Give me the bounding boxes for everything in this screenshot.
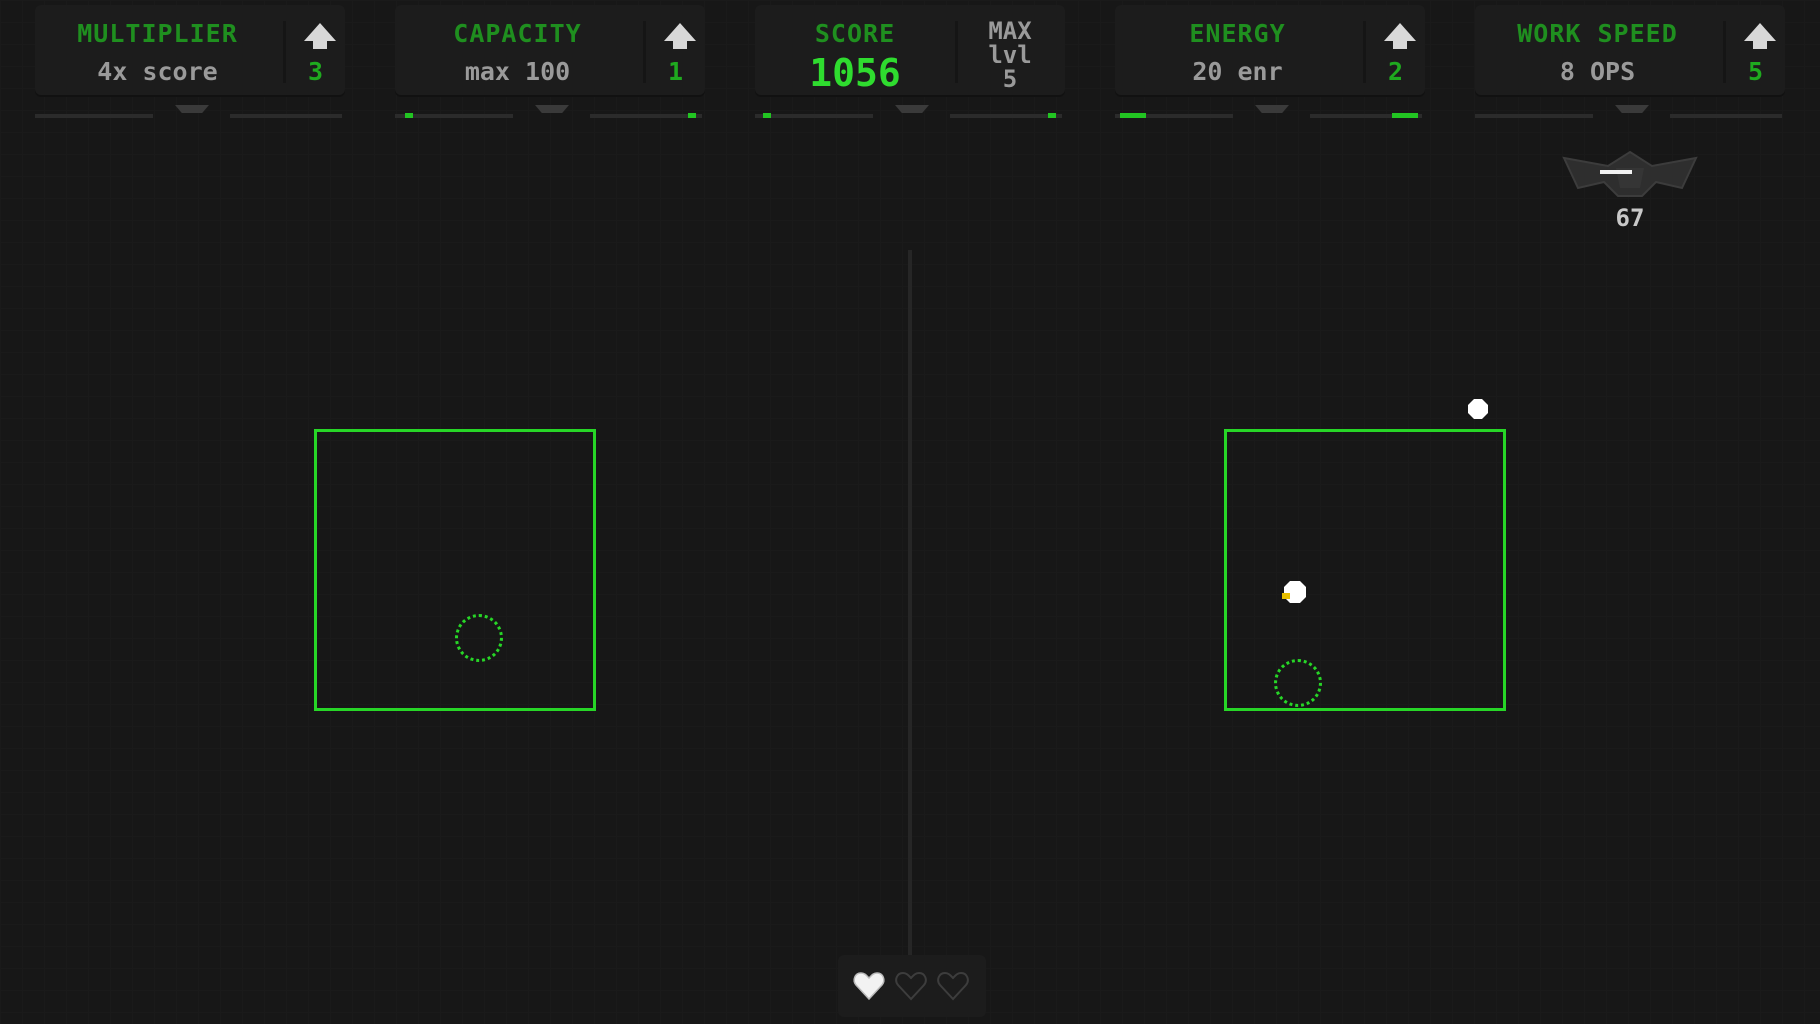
upgrade-title: MULTIPLIER <box>77 19 238 48</box>
upgrade-panel-capacity: CAPACITY max 100 1 <box>395 5 705 118</box>
progress-fill <box>1048 113 1056 118</box>
upgrade-level: 3 <box>307 57 324 86</box>
left-play-zone[interactable] <box>314 429 596 711</box>
progress-fill <box>1120 113 1146 118</box>
center-divider <box>908 250 912 1010</box>
level-label: lvl <box>988 41 1032 69</box>
arrow-up-icon[interactable] <box>300 21 340 51</box>
upgrade-panel-multiplier: MULTIPLIER 4x score 3 <box>35 5 345 118</box>
arrow-up-icon[interactable] <box>1740 21 1780 51</box>
progress-track-right <box>1670 114 1782 118</box>
progress-track-left <box>755 114 873 118</box>
score-value: 1056 <box>809 51 901 95</box>
upgrade-description: max 100 <box>464 57 571 86</box>
progress-track-right <box>230 114 342 118</box>
upgrade-level: 1 <box>667 57 684 86</box>
right-play-zone[interactable] <box>1224 429 1506 711</box>
upgrade-level: 5 <box>1747 57 1764 86</box>
max-level-label: MAX lvl 5 <box>965 19 1055 91</box>
spawn-ring-right <box>1274 659 1322 707</box>
score-panel: SCORE 1056 MAX lvl 5 <box>755 5 1065 118</box>
heart-icon-filled <box>853 972 885 1001</box>
max-level-value: 5 <box>1002 65 1018 93</box>
panel-separator <box>955 21 958 83</box>
upgrade-description: 20 enr <box>1192 57 1283 86</box>
progress-fill <box>1392 113 1418 118</box>
upgrade-title: CAPACITY <box>453 19 582 48</box>
progress-track-right <box>590 114 702 118</box>
lives-panel <box>838 955 986 1017</box>
upgrade-description: 4x score <box>97 57 218 86</box>
upgrade-panel-work-speed: WORK SPEED 8 OPS 5 <box>1475 5 1785 118</box>
enemy-count: 67 <box>1615 204 1645 232</box>
spawn-ring-left <box>455 614 503 662</box>
progress-track-left <box>35 114 153 118</box>
arrow-up-icon[interactable] <box>660 21 700 51</box>
ship-emblem-icon <box>1562 150 1698 197</box>
upgrade-level: 2 <box>1387 57 1404 86</box>
upgrade-panel-energy: ENERGY 20 enr 2 <box>1115 5 1425 118</box>
score-title: SCORE <box>814 19 896 48</box>
upgrade-description: 8 OPS <box>1559 57 1636 86</box>
progress-fill <box>405 113 413 118</box>
progress-track-right <box>950 114 1062 118</box>
max-label: MAX <box>988 17 1032 45</box>
progress-track-left <box>1475 114 1593 118</box>
upgrade-title: WORK SPEED <box>1517 19 1678 48</box>
progress-fill <box>688 113 696 118</box>
arrow-up-icon[interactable] <box>1380 21 1420 51</box>
white-orb-projectile <box>1468 399 1488 419</box>
heart-icon-empty <box>895 971 927 1001</box>
heart-icon-empty <box>937 971 969 1001</box>
upgrade-title: ENERGY <box>1189 19 1286 48</box>
enemy-badge: 67 <box>1556 148 1704 238</box>
worker-unit <box>1282 581 1306 603</box>
progress-fill <box>763 113 771 118</box>
